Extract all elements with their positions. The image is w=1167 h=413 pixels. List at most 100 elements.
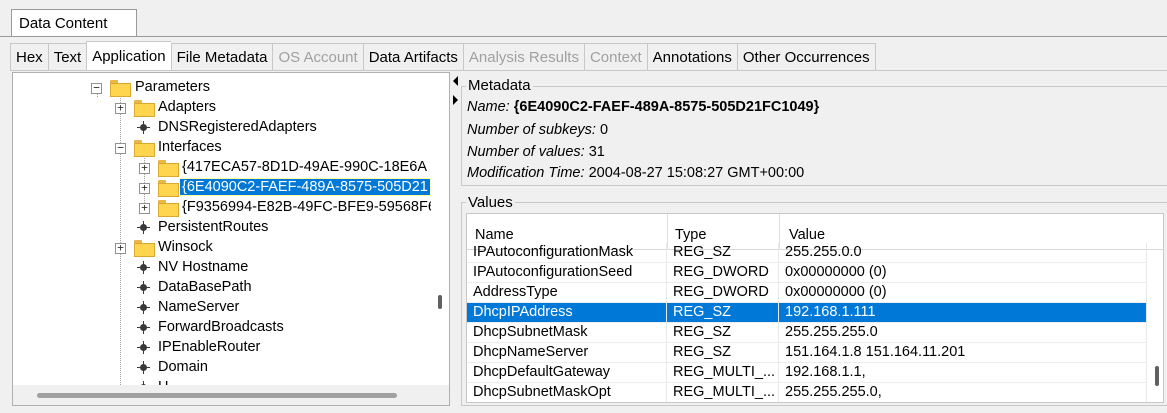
table-row[interactable]: DhcpSubnetMask REG_SZ 255.255.255.0: [467, 323, 1163, 343]
cell-type: REG_DWORD: [667, 263, 779, 283]
metadata-subkeys-label: Number of subkeys:: [467, 122, 596, 138]
folder-icon: [134, 100, 155, 117]
cell-type: REG_SZ: [667, 343, 779, 363]
data-content-tab[interactable]: Data Content: [11, 9, 137, 37]
values-vertical-scrollbar[interactable]: [1147, 250, 1163, 402]
values-table: Name Type Value IPAutoconfigurationMask …: [466, 213, 1164, 403]
metadata-modtime-label: Modification Time:: [467, 165, 585, 181]
tree-node-databasepath[interactable]: DataBasePath: [13, 278, 431, 298]
folder-icon: [158, 180, 179, 197]
registry-tree-pane: − Parameters + Adapters DNSRegisteredAda…: [12, 72, 450, 406]
registry-value-icon: [137, 301, 150, 314]
collapse-icon[interactable]: −: [91, 82, 102, 94]
tree-node-adapters[interactable]: + Adapters: [13, 98, 431, 118]
cell-name: AddressType: [467, 283, 667, 303]
expand-icon[interactable]: +: [139, 162, 150, 174]
column-header-value[interactable]: Value: [789, 227, 825, 243]
tree-node-persistentroutes[interactable]: PersistentRoutes: [13, 218, 431, 238]
cell-type: REG_MULTI_...: [667, 363, 779, 383]
tab-other-occurrences[interactable]: Other Occurrences: [736, 43, 876, 71]
registry-value-icon: [137, 361, 150, 374]
registry-value-icon: [137, 221, 150, 234]
tab-divider: [10, 70, 1167, 71]
column-header-type[interactable]: Type: [675, 227, 706, 243]
collapse-right-icon[interactable]: [453, 95, 458, 105]
folder-icon: [134, 240, 155, 257]
table-row-selected[interactable]: DhcpIPAddress REG_SZ 192.168.1.111: [467, 303, 1163, 323]
cell-type: REG_SZ: [667, 243, 779, 263]
expand-icon[interactable]: +: [139, 182, 150, 194]
metadata-modtime-value: 2004-08-27 15:08:27 GMT+00:00: [588, 165, 805, 181]
tree-node-interface[interactable]: + {F9356994-E82B-49FC-BFE9-59568F6: [13, 198, 431, 218]
cell-value: 255.255.255.0,: [779, 383, 1147, 402]
scrollbar-thumb[interactable]: [37, 393, 397, 398]
registry-value-icon: [137, 341, 150, 354]
tree-node-parameters[interactable]: − Parameters: [13, 78, 431, 98]
cell-name: IPAutoconfigurationMask: [467, 243, 667, 263]
metadata-subkeys: Number of subkeys: 0: [467, 122, 608, 138]
metadata-name: Name: {6E4090C2-FAEF-489A-8575-505D21FC1…: [467, 99, 819, 115]
metadata-values: Number of values: 31: [467, 144, 605, 160]
table-row[interactable]: DhcpSubnetMaskOpt REG_MULTI_... 255.255.…: [467, 383, 1163, 402]
tab-application[interactable]: Application: [86, 41, 171, 71]
column-header-name[interactable]: Name: [475, 227, 514, 243]
scrollbar-thumb[interactable]: [1155, 366, 1159, 386]
tab-hex[interactable]: Hex: [10, 43, 48, 71]
tree-node-nameserver[interactable]: NameServer: [13, 298, 431, 318]
data-content-title: Data Content: [19, 15, 108, 32]
cell-name: DhcpNameServer: [467, 343, 667, 363]
cell-type: REG_SZ: [667, 323, 779, 343]
table-row[interactable]: IPAutoconfigurationSeed REG_DWORD 0x0000…: [467, 263, 1163, 283]
tab-file-metadata[interactable]: File Metadata: [170, 43, 273, 71]
folder-icon: [134, 140, 155, 157]
pane-splitter[interactable]: [450, 72, 461, 406]
registry-value-icon: [137, 321, 150, 334]
tree-node-label: NameServer: [158, 299, 240, 315]
viewer-tabs: Hex Text Application File Metadata OS Ac…: [10, 41, 876, 71]
tab-data-artifacts[interactable]: Data Artifacts: [362, 43, 463, 71]
scrollbar-thumb[interactable]: [438, 295, 442, 309]
divider: [0, 36, 1167, 37]
tree-node-label: Parameters: [135, 79, 210, 95]
tree-node-domain[interactable]: Domain: [13, 358, 431, 378]
tree-vertical-scrollbar[interactable]: [431, 73, 449, 385]
tree-node-ipenablerouter[interactable]: IPEnableRouter: [13, 338, 431, 358]
tree-horizontal-scrollbar[interactable]: [13, 385, 449, 405]
expand-icon[interactable]: +: [115, 242, 126, 254]
tree-node-label: {417ECA57-8D1D-49AE-990C-18E6A: [182, 159, 428, 175]
tree-node-label: {6E4090C2-FAEF-489A-8575-505D21: [179, 178, 431, 196]
tree-node-interface-selected[interactable]: + {6E4090C2-FAEF-489A-8575-505D21: [13, 178, 431, 198]
cell-value: 0x00000000 (0): [779, 263, 1147, 283]
cell-value: 255.255.255.0: [779, 323, 1147, 343]
folder-icon: [110, 80, 131, 97]
collapse-left-icon[interactable]: [453, 76, 458, 86]
tab-context: Context: [583, 43, 647, 71]
cell-value: 0x00000000 (0): [779, 283, 1147, 303]
table-row[interactable]: IPAutoconfigurationMask REG_SZ 255.255.0…: [467, 243, 1163, 263]
cell-name: DhcpSubnetMaskOpt: [467, 383, 667, 402]
cell-type: REG_SZ: [667, 303, 779, 323]
tree-node-forwardbroadcasts[interactable]: ForwardBroadcasts: [13, 318, 431, 338]
tree-node-dnsregisteredadapters[interactable]: DNSRegisteredAdapters: [13, 118, 431, 138]
tab-analysis-results: Analysis Results: [462, 43, 584, 71]
expand-icon[interactable]: +: [139, 202, 150, 214]
tree-node-partial[interactable]: H: [13, 378, 431, 385]
tree-node-label: Adapters: [158, 99, 217, 115]
metadata-name-label: Name:: [467, 99, 510, 115]
cell-value: 255.255.0.0: [779, 243, 1147, 263]
tab-annotations[interactable]: Annotations: [646, 43, 737, 71]
table-row[interactable]: AddressType REG_DWORD 0x00000000 (0): [467, 283, 1163, 303]
registry-tree: − Parameters + Adapters DNSRegisteredAda…: [13, 73, 431, 385]
metadata-group-title: Metadata: [466, 77, 533, 94]
collapse-icon[interactable]: −: [115, 142, 126, 154]
tab-text[interactable]: Text: [47, 43, 87, 71]
tree-node-winsock[interactable]: + Winsock: [13, 238, 431, 258]
tree-node-nv-hostname[interactable]: NV Hostname: [13, 258, 431, 278]
expand-icon[interactable]: +: [115, 102, 126, 114]
values-group: Values Name Type Value IPAutoconfigurati…: [461, 194, 1167, 406]
table-row[interactable]: DhcpDefaultGateway REG_MULTI_... 192.168…: [467, 363, 1163, 383]
table-row[interactable]: DhcpNameServer REG_SZ 151.164.1.8 151.16…: [467, 343, 1163, 363]
tree-node-interface[interactable]: + {417ECA57-8D1D-49AE-990C-18E6A: [13, 158, 431, 178]
cell-value: 192.168.1.1,: [779, 363, 1147, 383]
tree-node-interfaces[interactable]: − Interfaces: [13, 138, 431, 158]
